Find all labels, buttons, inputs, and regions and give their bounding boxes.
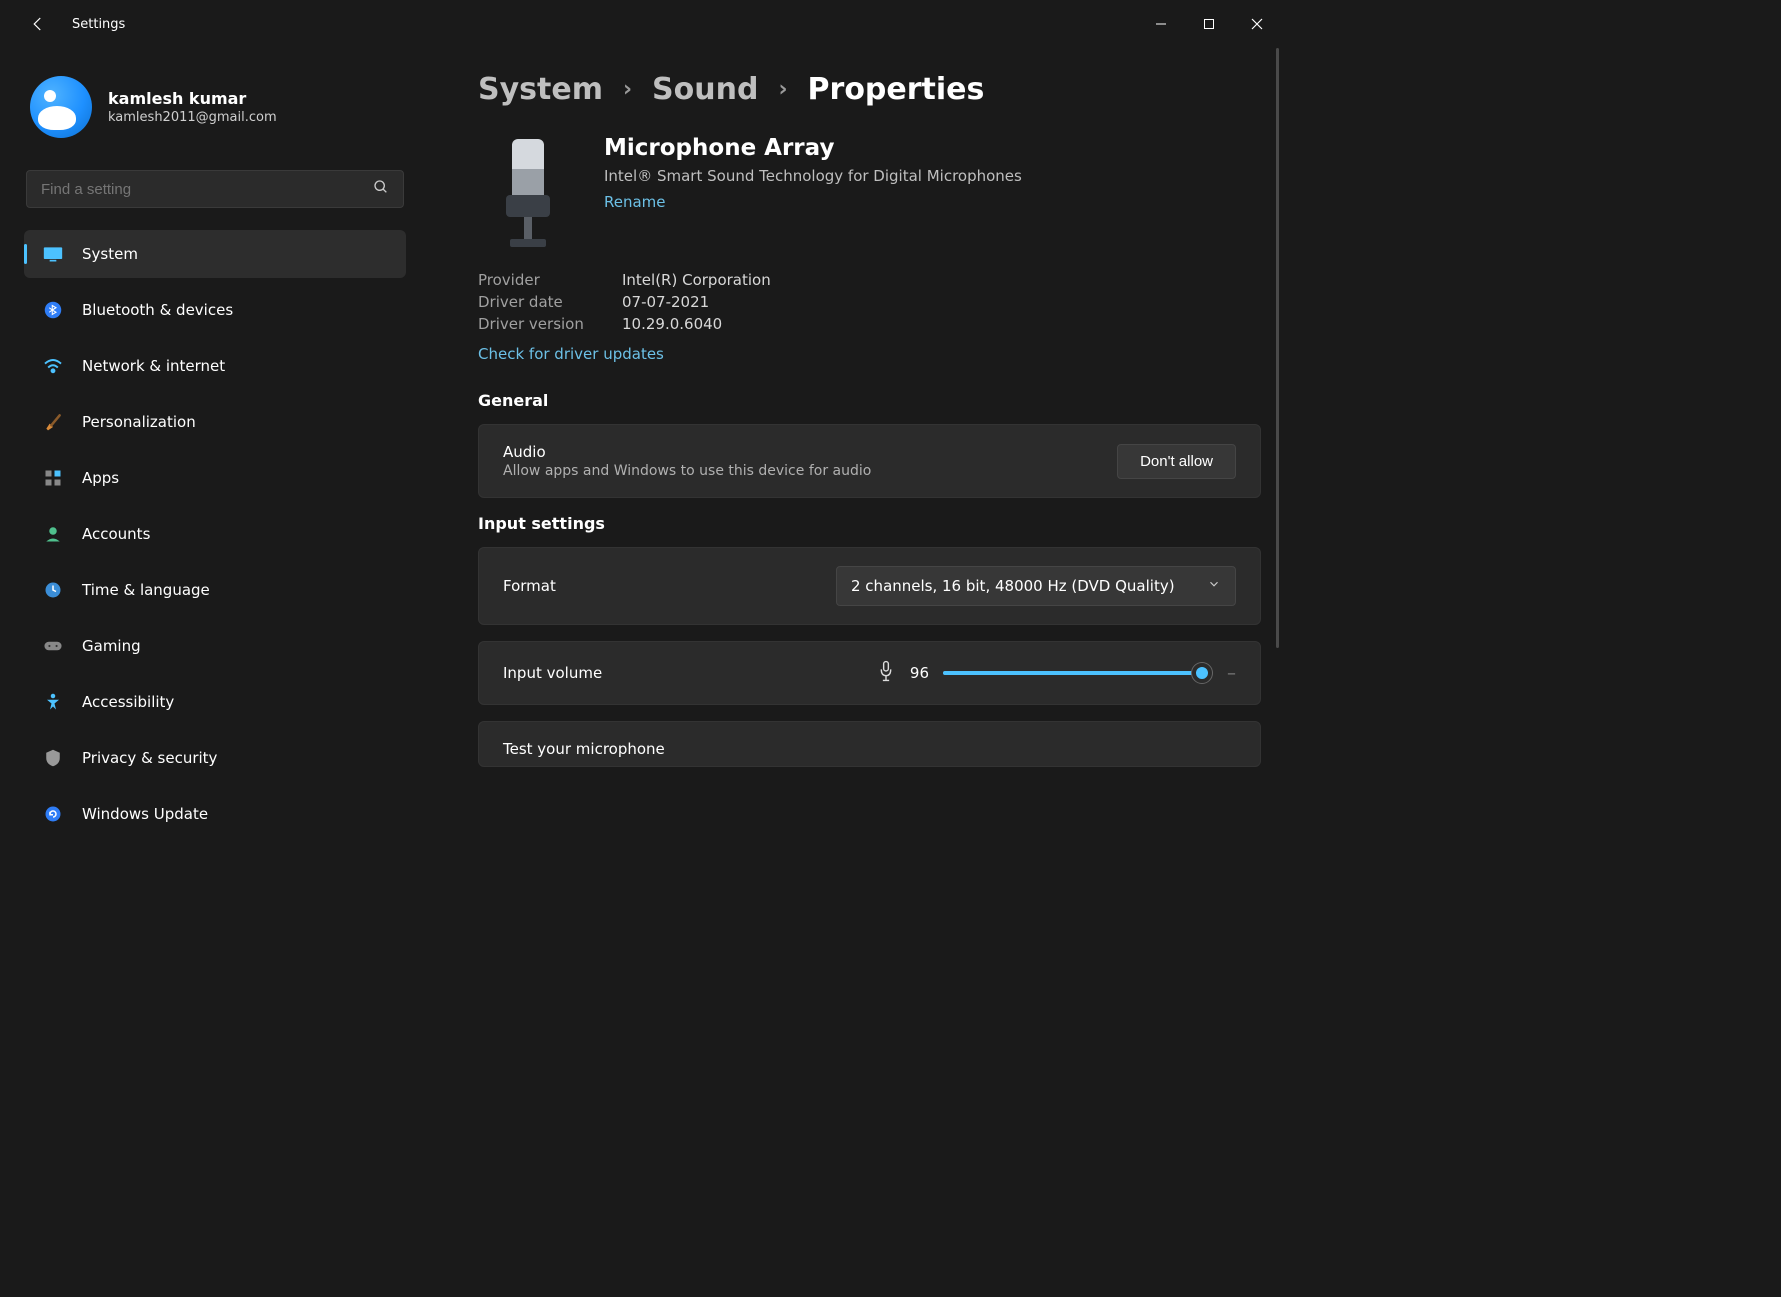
chevron-right-icon: › [623, 77, 632, 102]
dont-allow-button[interactable]: Don't allow [1117, 444, 1236, 479]
search-box[interactable] [26, 170, 404, 208]
volume-value: 96 [910, 664, 929, 682]
test-microphone-card: Test your microphone [478, 721, 1261, 767]
monitor-icon [42, 243, 64, 265]
meta-provider: Provider Intel(R) Corporation [478, 271, 1261, 289]
section-general: General [478, 391, 1261, 410]
meta-value: 07-07-2021 [622, 293, 709, 311]
sidebar-item-label: Time & language [82, 581, 210, 599]
test-mic-label: Test your microphone [503, 740, 665, 758]
search-input[interactable] [41, 181, 373, 198]
device-title: Microphone Array [604, 135, 1022, 161]
section-input-settings: Input settings [478, 514, 1261, 533]
format-dropdown[interactable]: 2 channels, 16 bit, 48000 Hz (DVD Qualit… [836, 566, 1236, 606]
meta-label: Driver version [478, 315, 588, 333]
sidebar-item-privacy[interactable]: Privacy & security [24, 734, 406, 782]
window-controls [1137, 4, 1281, 44]
sidebar-item-label: Privacy & security [82, 749, 217, 767]
meta-label: Driver date [478, 293, 588, 311]
format-value: 2 channels, 16 bit, 48000 Hz (DVD Qualit… [851, 577, 1175, 595]
sidebar-item-label: Accessibility [82, 693, 174, 711]
sidebar-item-label: Apps [82, 469, 119, 487]
meta-value: Intel(R) Corporation [622, 271, 771, 289]
sidebar-item-label: Windows Update [82, 805, 208, 823]
chevron-right-icon: › [778, 77, 787, 102]
meta-driver-version: Driver version 10.29.0.6040 [478, 315, 1261, 333]
sidebar-item-network[interactable]: Network & internet [24, 342, 406, 390]
audio-label: Audio [503, 443, 1117, 461]
sidebar-item-label: Personalization [82, 413, 196, 431]
sidebar-item-bluetooth[interactable]: Bluetooth & devices [24, 286, 406, 334]
avatar [30, 76, 92, 138]
sidebar-item-label: Gaming [82, 637, 141, 655]
clock-icon [42, 579, 64, 601]
bluetooth-icon [42, 299, 64, 321]
back-button[interactable] [18, 4, 58, 44]
profile-name: kamlesh kumar [108, 89, 277, 108]
sidebar-item-accounts[interactable]: Accounts [24, 510, 406, 558]
sidebar-item-label: Bluetooth & devices [82, 301, 233, 319]
minimize-button[interactable] [1137, 4, 1185, 44]
sidebar-item-time-language[interactable]: Time & language [24, 566, 406, 614]
scrollbar[interactable] [1276, 48, 1279, 648]
titlebar: Settings [0, 0, 1281, 48]
person-icon [42, 523, 64, 545]
gamepad-icon [42, 635, 64, 657]
breadcrumb-sound[interactable]: Sound [652, 72, 758, 107]
device-header: Microphone Array Intel® Smart Sound Tech… [478, 135, 1261, 255]
format-card: Format 2 channels, 16 bit, 48000 Hz (DVD… [478, 547, 1261, 625]
rename-link[interactable]: Rename [604, 193, 666, 211]
sidebar-item-label: System [82, 245, 138, 263]
close-button[interactable] [1233, 4, 1281, 44]
sidebar-item-system[interactable]: System [24, 230, 406, 278]
wifi-icon [42, 355, 64, 377]
input-volume-card: Input volume 96 – [478, 641, 1261, 705]
device-subtitle: Intel® Smart Sound Technology for Digita… [604, 167, 1022, 185]
format-label: Format [503, 577, 556, 595]
sidebar-item-gaming[interactable]: Gaming [24, 622, 406, 670]
sidebar: kamlesh kumar kamlesh2011@gmail.com Syst… [0, 48, 420, 933]
sidebar-item-apps[interactable]: Apps [24, 454, 406, 502]
update-icon [42, 803, 64, 825]
chevron-down-icon [1207, 577, 1221, 595]
volume-slider[interactable] [943, 671, 1213, 675]
sidebar-item-accessibility[interactable]: Accessibility [24, 678, 406, 726]
microphone-small-icon [876, 660, 896, 686]
paintbrush-icon [42, 411, 64, 433]
meta-driver-date: Driver date 07-07-2021 [478, 293, 1261, 311]
maximize-button[interactable] [1185, 4, 1233, 44]
audio-card: Audio Allow apps and Windows to use this… [478, 424, 1261, 498]
apps-icon [42, 467, 64, 489]
volume-label: Input volume [503, 664, 602, 682]
check-driver-updates-link[interactable]: Check for driver updates [478, 345, 664, 363]
sidebar-item-label: Network & internet [82, 357, 225, 375]
sidebar-item-windows-update[interactable]: Windows Update [24, 790, 406, 838]
meta-value: 10.29.0.6040 [622, 315, 722, 333]
breadcrumb-current: Properties [808, 72, 985, 107]
search-icon [373, 179, 389, 199]
window-title: Settings [72, 17, 125, 32]
accessibility-icon [42, 691, 64, 713]
content: System › Sound › Properties Microphone A… [420, 48, 1281, 933]
profile-email: kamlesh2011@gmail.com [108, 110, 277, 125]
meta-label: Provider [478, 271, 588, 289]
microphone-icon [478, 135, 578, 255]
shield-icon [42, 747, 64, 769]
sidebar-item-personalization[interactable]: Personalization [24, 398, 406, 446]
breadcrumb: System › Sound › Properties [478, 72, 1261, 107]
slider-end-icon: – [1227, 663, 1236, 684]
audio-desc: Allow apps and Windows to use this devic… [503, 463, 1117, 479]
breadcrumb-system[interactable]: System [478, 72, 603, 107]
sidebar-item-label: Accounts [82, 525, 150, 543]
profile[interactable]: kamlesh kumar kamlesh2011@gmail.com [24, 60, 406, 166]
